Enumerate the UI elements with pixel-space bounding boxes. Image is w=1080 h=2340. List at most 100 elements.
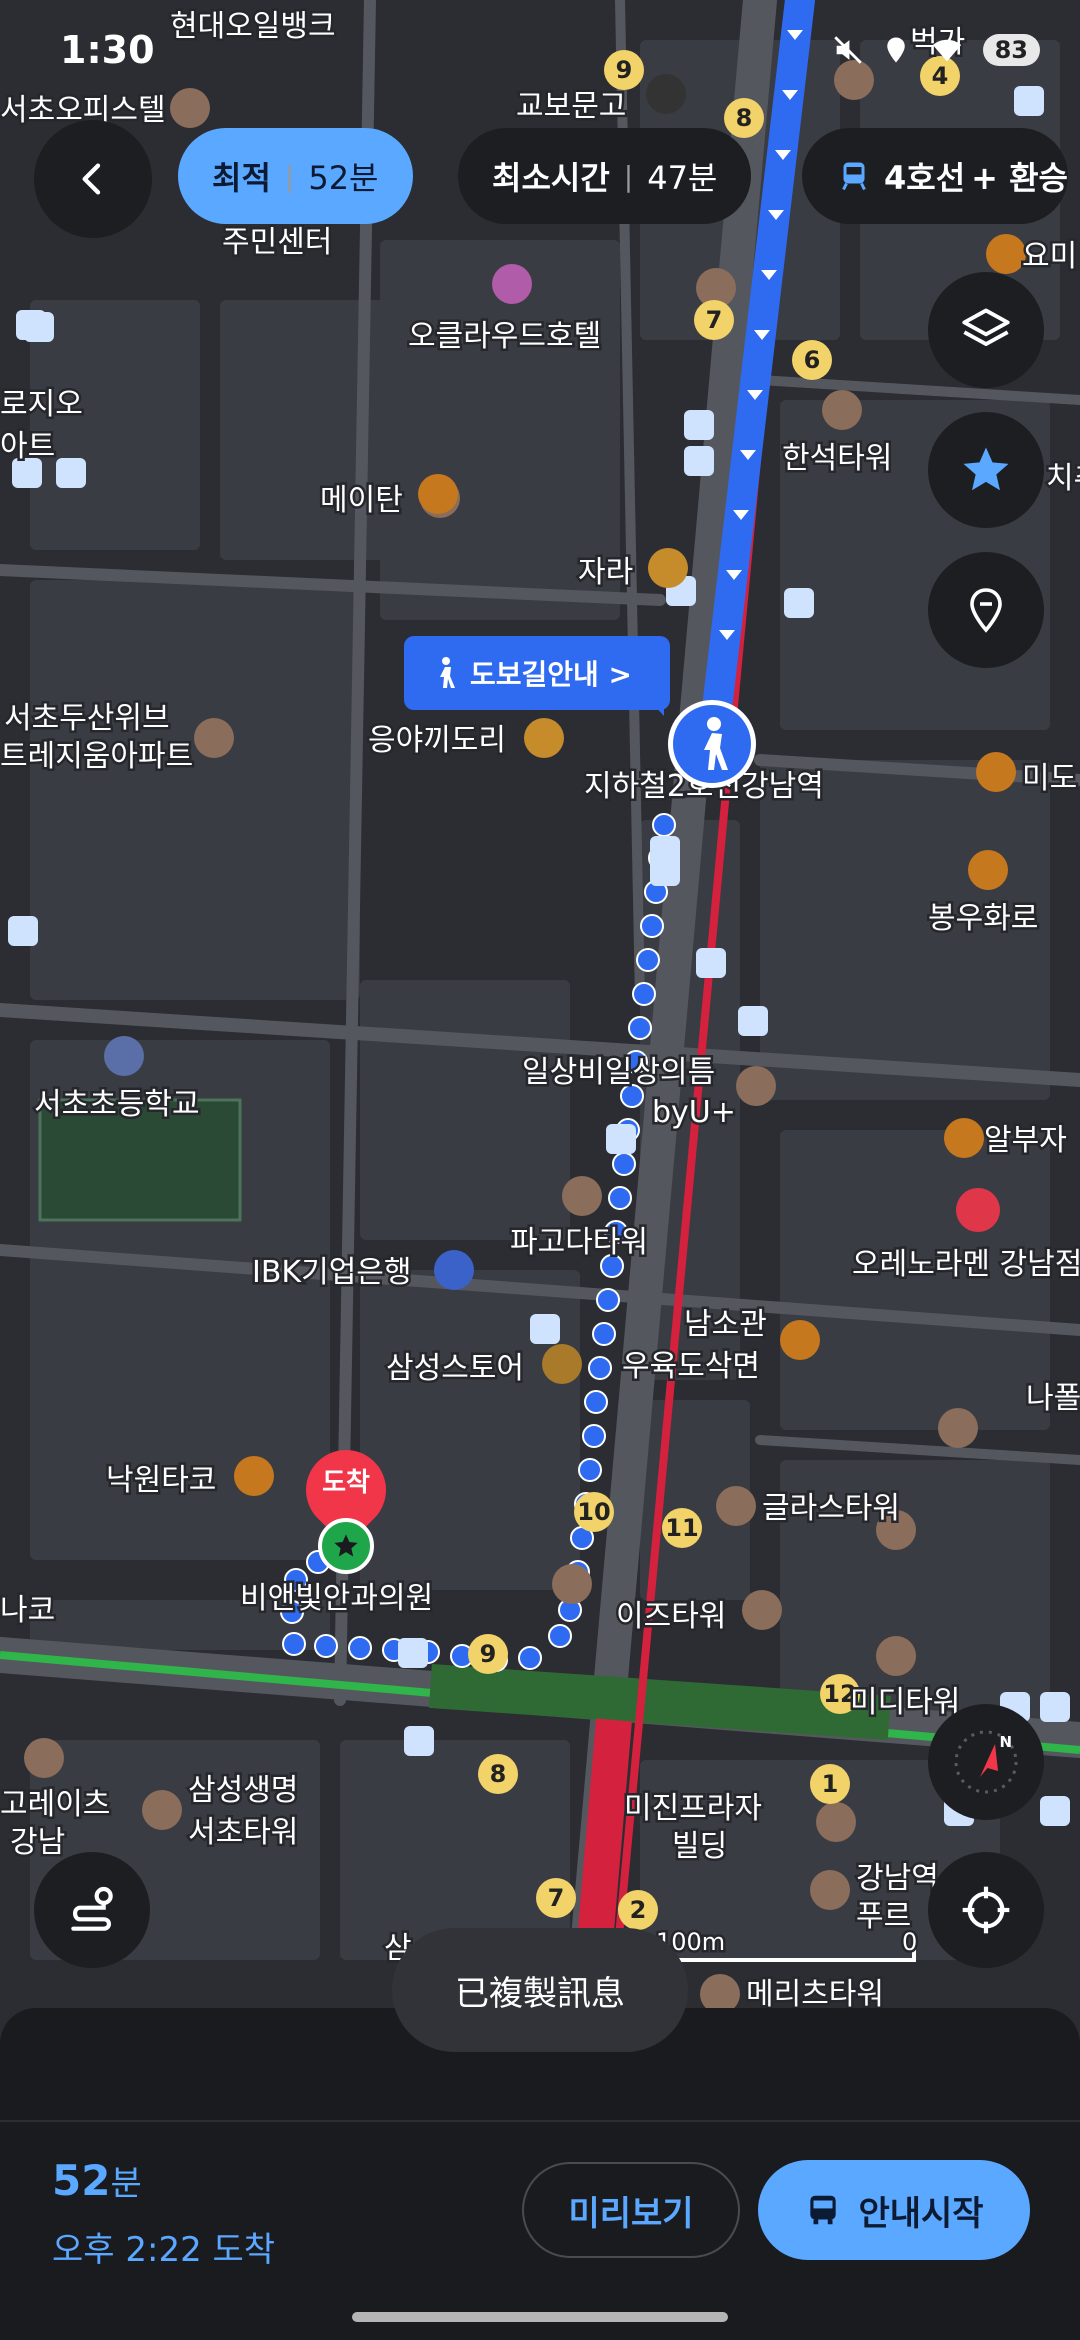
eta-minutes: 52분 bbox=[52, 2156, 142, 2205]
place-label: 삼성스토어 bbox=[386, 1351, 524, 1386]
status-time: 1:30 bbox=[60, 28, 155, 72]
status-icons: 83 bbox=[831, 33, 1040, 67]
place-label: 우육도삭면 bbox=[622, 1349, 760, 1384]
location-icon bbox=[886, 37, 905, 63]
battery-indicator: 83 bbox=[982, 34, 1040, 66]
location-pin-button[interactable] bbox=[928, 552, 1044, 668]
chip-separator: | bbox=[284, 159, 295, 193]
place-label: 비앤빛안과의원 bbox=[240, 1581, 433, 1616]
place-label: 삼성생명 bbox=[188, 1773, 298, 1808]
map-canvas[interactable]: 9 8 7 6 4 10 11 9 12 8 1 7 2 현대오일뱅크 서초오피… bbox=[0, 0, 1080, 2140]
exit-label: 7 bbox=[706, 306, 723, 334]
place-label: 요미 bbox=[1022, 239, 1077, 274]
place-label: byU+ bbox=[652, 1095, 736, 1130]
eta-minutes-value: 52 bbox=[52, 2156, 111, 2205]
exit-label: 2 bbox=[630, 1896, 647, 1924]
place-label: 서초초등학교 bbox=[34, 1087, 200, 1122]
exit-label: 1 bbox=[822, 1770, 839, 1798]
place-label: 오클라우드호텔 bbox=[408, 319, 601, 354]
route-option-shortest-label: 최소시간 bbox=[492, 159, 610, 197]
svg-text:N: N bbox=[1000, 1733, 1013, 1751]
exit-label: 11 bbox=[665, 1514, 698, 1542]
route-option-line4[interactable]: 4호선 + 환승 bbox=[802, 128, 1068, 224]
layers-button[interactable] bbox=[928, 272, 1044, 388]
place-label: 글라스타워 bbox=[762, 1491, 900, 1526]
place-label: 나폴 bbox=[1026, 1381, 1080, 1416]
route-option-line-extra: + 환승 bbox=[971, 159, 1068, 197]
eta-arrival: 오후 2:22 도착 bbox=[52, 2230, 276, 2270]
walking-guide-banner-tail bbox=[640, 690, 664, 716]
place-label: 주민센터 bbox=[222, 225, 332, 260]
place-label: 미도 bbox=[1022, 761, 1077, 796]
place-label: 나코 bbox=[0, 1593, 55, 1628]
place-label: 남소관 bbox=[684, 1307, 767, 1342]
place-label: 치추 bbox=[1046, 461, 1080, 496]
exit-label: 8 bbox=[490, 1760, 507, 1788]
route-option-shortest-time: 47분 bbox=[647, 159, 718, 197]
place-label: 오레노라멘 강남점 bbox=[852, 1247, 1080, 1282]
place-label: 알부자 bbox=[984, 1123, 1067, 1158]
layers-icon bbox=[962, 308, 1010, 347]
walking-start-marker[interactable] bbox=[668, 700, 756, 788]
place-label: 일상비일상의틈 bbox=[522, 1055, 715, 1090]
status-bar: 1:30 83 bbox=[0, 0, 1080, 100]
place-label: 한석타워 bbox=[782, 441, 892, 476]
compass-button[interactable]: N bbox=[928, 1704, 1044, 1820]
place-label: 서초타워 bbox=[188, 1815, 298, 1850]
preview-button[interactable]: 미리보기 bbox=[522, 2162, 740, 2258]
bus-icon bbox=[810, 2195, 837, 2225]
place-label: 파고다타워 bbox=[510, 1225, 648, 1260]
place-label: 자라 bbox=[578, 555, 633, 590]
route-option-optimal[interactable]: 최적 | 52분 bbox=[178, 128, 413, 224]
start-guidance-button[interactable]: 안내시작 bbox=[758, 2160, 1030, 2260]
scale-zero: 0 bbox=[902, 1928, 917, 1956]
copied-toast: 已複製訊息 bbox=[392, 1928, 688, 2052]
route-option-optimal-time: 52분 bbox=[308, 159, 379, 197]
place-label: 메이탄 bbox=[320, 483, 403, 518]
place-label: 강남역 bbox=[856, 1861, 939, 1896]
star-icon bbox=[963, 447, 1009, 491]
eta-minutes-unit: 분 bbox=[110, 2164, 142, 2204]
start-guidance-label: 안내시작 bbox=[858, 2193, 984, 2234]
exit-label: 7 bbox=[548, 1884, 565, 1912]
exit-label: 9 bbox=[480, 1640, 497, 1668]
destination-marker[interactable] bbox=[318, 1518, 374, 1574]
place-label: 강남 bbox=[10, 1825, 65, 1860]
place-label: 아트 bbox=[0, 429, 55, 464]
train-icon bbox=[842, 162, 866, 191]
place-label: 미디타워 bbox=[850, 1685, 960, 1720]
place-label: 응야끼도리 bbox=[368, 723, 506, 758]
walking-guide-label: 도보길안내 > bbox=[470, 658, 633, 691]
place-label: 트레지움아파트 bbox=[0, 739, 193, 774]
place-label: 봉우화로 bbox=[928, 901, 1038, 936]
sheet-divider bbox=[0, 2120, 1080, 2122]
route-icon bbox=[71, 1886, 113, 1931]
home-indicator[interactable] bbox=[352, 2312, 728, 2322]
exit-label: 10 bbox=[577, 1498, 610, 1526]
route-option-optimal-label: 최적 bbox=[212, 159, 271, 197]
place-label: 낙원타코 bbox=[106, 1463, 216, 1498]
back-button[interactable] bbox=[34, 120, 152, 238]
place-label: 이즈타워 bbox=[616, 1599, 726, 1634]
place-label: 고레이츠 bbox=[0, 1787, 110, 1822]
place-label: IBK기업은행 bbox=[252, 1255, 412, 1290]
pedestrian-icon bbox=[704, 717, 728, 770]
back-icon bbox=[82, 163, 101, 195]
my-location-icon bbox=[962, 1886, 1010, 1934]
place-label: 미진프라자 bbox=[624, 1791, 762, 1826]
place-label: 메리츠타워 bbox=[746, 1977, 884, 2012]
wifi-icon bbox=[932, 39, 961, 62]
pedestrian-icon bbox=[440, 657, 455, 688]
compass-icon: N bbox=[954, 1730, 1018, 1794]
star-icon bbox=[334, 1534, 358, 1557]
route-option-line-label: 4호선 bbox=[884, 159, 966, 197]
favorite-button[interactable] bbox=[928, 412, 1044, 528]
my-location-button[interactable] bbox=[928, 1852, 1044, 1968]
walking-guide-banner[interactable]: 도보길안내 > bbox=[404, 636, 670, 710]
place-label: 서초두산위브 bbox=[4, 701, 170, 736]
mute-icon bbox=[833, 36, 862, 64]
route-button[interactable] bbox=[34, 1852, 150, 1968]
route-option-shortest[interactable]: 최소시간 | 47분 bbox=[458, 128, 752, 224]
place-label: 빌딩 bbox=[672, 1829, 727, 1864]
exit-label: 6 bbox=[804, 346, 821, 374]
